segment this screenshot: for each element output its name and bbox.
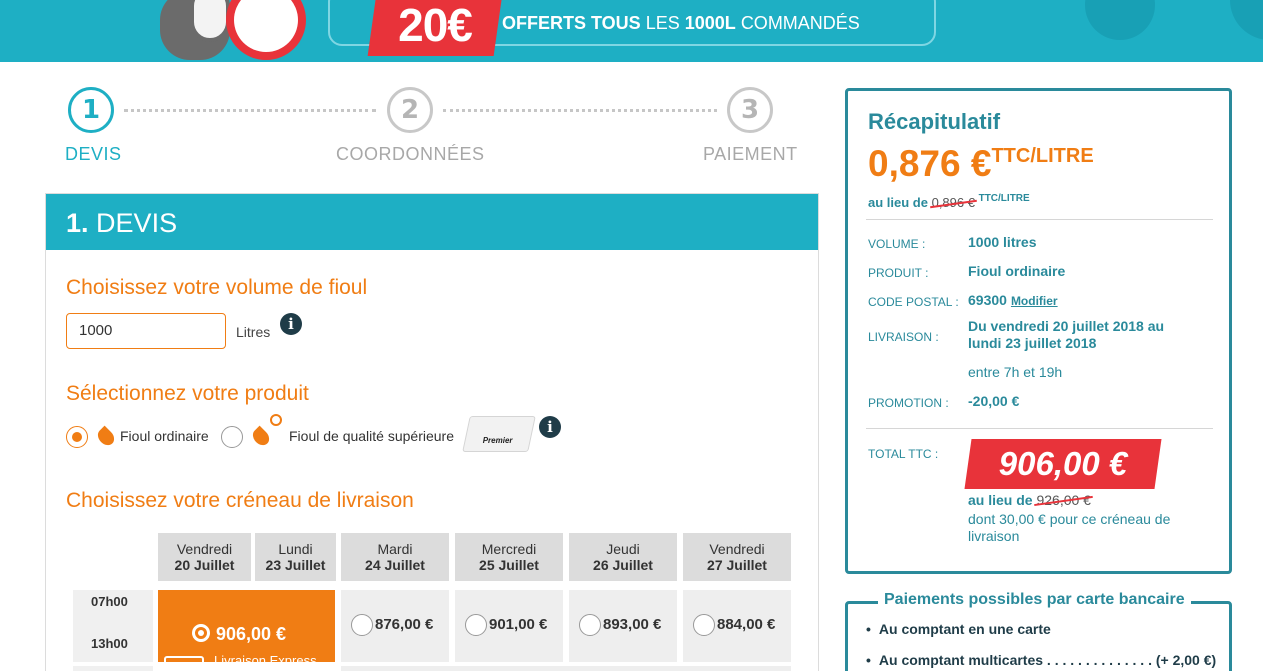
slot-selected[interactable]: 906,00 € Livraison Express xyxy=(158,590,335,668)
step-2-label: COORDONNÉES xyxy=(336,144,485,164)
product-info-icon[interactable]: i xyxy=(539,416,561,438)
recap-value: Fioul ordinaire xyxy=(968,263,1066,279)
modify-postal-link[interactable]: Modifier xyxy=(1011,294,1058,308)
slot-price: 876,00 € xyxy=(375,616,434,633)
recap-key: LIVRAISON : xyxy=(868,330,939,344)
slot-radio[interactable] xyxy=(351,614,373,636)
promo-banner: 20€ OFFERTS TOUS LES 1000L COMMANDÉS xyxy=(0,0,1263,62)
recap-key: PROMOTION : xyxy=(868,396,949,410)
promo-amount: 20€ xyxy=(367,0,503,56)
time-slot-label: 07h00 13h00 xyxy=(73,590,153,662)
recap-key: CODE POSTAL : xyxy=(868,295,959,309)
step-3-circle: 3 xyxy=(727,87,773,133)
volume-info-icon[interactable]: i xyxy=(280,313,302,335)
slot-radio[interactable] xyxy=(192,624,210,642)
recap-key: PRODUIT : xyxy=(868,266,929,280)
total-price-badge: 906,00 € xyxy=(964,439,1162,489)
recap-value-postal: 69300 Modifier xyxy=(968,292,1058,308)
slot-option[interactable]: 893,00 € xyxy=(569,590,677,662)
recap-title: Récapitulatif xyxy=(868,109,1001,134)
truck-icon xyxy=(164,656,204,668)
recap-panel: Récapitulatif 0,876 €TTC/LITRE au lieu d… xyxy=(845,88,1232,574)
payment-option: Au comptant en une carte xyxy=(866,621,1051,637)
payments-title: Paiements possibles par carte bancaire xyxy=(878,591,1191,609)
volume-input[interactable]: 1000 xyxy=(66,313,226,349)
step-3-label: PAIEMENT xyxy=(703,144,798,164)
total-was-price: au lieu de 926,00 € xyxy=(968,492,1091,508)
day-header: Mercredi 25 Juillet xyxy=(455,533,563,581)
slot-option[interactable]: 901,00 € xyxy=(455,590,563,662)
slot-option[interactable]: 884,00 € xyxy=(683,590,791,662)
medal-icon xyxy=(270,414,282,426)
product-title: Sélectionnez votre produit xyxy=(66,382,309,405)
slot-row-next xyxy=(341,666,791,671)
divider xyxy=(866,219,1213,220)
volume-unit: Litres xyxy=(236,324,271,340)
slot-price: 884,00 € xyxy=(717,616,776,633)
recap-key: VOLUME : xyxy=(868,237,926,251)
total-key: TOTAL TTC : xyxy=(868,447,939,461)
time-slot-label-next xyxy=(73,666,153,671)
panel-header: 1. DEVIS xyxy=(46,194,818,250)
premier-badge-logo: Premier xyxy=(462,416,536,452)
divider xyxy=(866,428,1213,429)
slot-option[interactable]: 876,00 € xyxy=(341,590,449,662)
product-superieure-label[interactable]: Fioul de qualité supérieure xyxy=(289,428,454,444)
slot-radio[interactable] xyxy=(579,614,601,636)
slot-radio[interactable] xyxy=(693,614,715,636)
day-header: Vendredi 27 Juillet xyxy=(683,533,791,581)
slot-price: 901,00 € xyxy=(489,616,548,633)
step-1-label: DEVIS xyxy=(65,144,122,164)
express-label: Livraison Express xyxy=(214,653,317,668)
volume-title: Choisissez votre volume de fioul xyxy=(66,276,368,299)
step-dots-1 xyxy=(124,109,376,112)
day-header: Lundi 23 Juillet xyxy=(255,533,336,581)
recap-value-hours: entre 7h et 19h xyxy=(968,364,1063,380)
day-header: Vendredi 20 Juillet xyxy=(158,533,251,581)
recap-value: Du vendredi 20 juillet 2018 au lundi 23 … xyxy=(968,318,1165,351)
slot-price: 893,00 € xyxy=(603,616,662,633)
day-header: Jeudi 26 Juillet xyxy=(569,533,677,581)
promo-text: OFFERTS TOUS LES 1000L COMMANDÉS xyxy=(502,13,860,33)
fuel-drop-icon xyxy=(249,425,273,449)
fuel-drop-icon xyxy=(94,425,118,449)
product-ordinaire-label[interactable]: Fioul ordinaire xyxy=(120,428,209,444)
slot-price: 906,00 € xyxy=(216,624,287,644)
recap-value: -20,00 € xyxy=(968,393,1020,409)
recap-price: 0,876 €TTC/LITRE xyxy=(868,143,1094,184)
payments-panel: Paiements possibles par carte bancaire A… xyxy=(845,591,1232,671)
step-dots-2 xyxy=(443,109,717,112)
clock-icon xyxy=(226,0,306,60)
recap-was-price: au lieu de 0,896 € TTC/LITRE xyxy=(868,193,1030,210)
devis-panel: 1. DEVIS Choisissez votre volume de fiou… xyxy=(45,193,819,671)
payment-option: Au comptant multicartes . . . . . . . . … xyxy=(866,652,1216,668)
slot-title: Choisissez votre créneau de livraison xyxy=(66,489,414,512)
product-superieure-radio[interactable] xyxy=(221,426,243,448)
product-ordinaire-radio[interactable] xyxy=(66,426,88,448)
total-note: dont 30,00 € pour ce créneau de livraiso… xyxy=(968,511,1171,544)
slot-radio[interactable] xyxy=(465,614,487,636)
step-1-circle: 1 xyxy=(68,87,114,133)
day-header: Mardi 24 Juillet xyxy=(341,533,449,581)
recap-value: 1000 litres xyxy=(968,234,1037,250)
step-2-circle: 2 xyxy=(387,87,433,133)
